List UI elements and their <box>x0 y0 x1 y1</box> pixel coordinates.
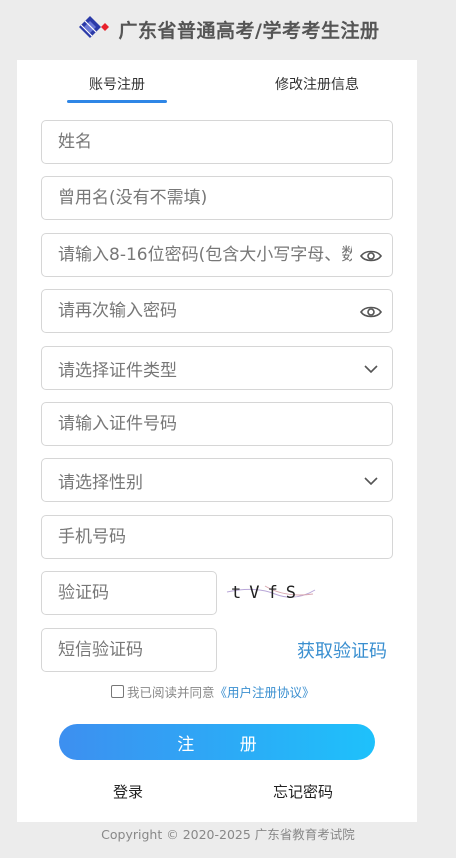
agreement-text: 我已阅读并同意 <box>127 684 215 700</box>
header: 广东省普通高考/学考考生注册 <box>0 0 456 58</box>
captcha-input[interactable] <box>42 572 216 614</box>
sms-code-input[interactable] <box>42 629 216 671</box>
sms-code-field[interactable] <box>41 628 217 672</box>
register-button[interactable]: 注 册 <box>59 724 375 760</box>
name-input[interactable] <box>42 121 392 163</box>
chevron-down-icon <box>360 470 382 492</box>
forgot-password-link[interactable]: 忘记密码 <box>273 781 333 802</box>
login-link[interactable]: 登录 <box>113 781 143 802</box>
id-number-input[interactable] <box>42 403 392 445</box>
agreement-row: 我已阅读并同意 《用户注册协议》 <box>111 682 315 700</box>
agreement-link[interactable]: 《用户注册协议》 <box>215 682 315 701</box>
agreement-checkbox[interactable] <box>111 684 124 698</box>
phone-field[interactable] <box>41 515 393 559</box>
confirm-password-field[interactable] <box>41 289 393 333</box>
gender-select[interactable]: 请选择性别 <box>41 458 393 502</box>
site-title: 广东省普通高考/学考考生注册 <box>118 19 380 42</box>
gender-select-value: 请选择性别 <box>58 472 143 493</box>
password-field[interactable] <box>41 233 393 277</box>
captcha-image[interactable]: tVfS <box>225 578 317 606</box>
eye-icon[interactable] <box>360 301 382 323</box>
footer-copyright: Copyright © 2020-2025 广东省教育考试院 <box>101 827 355 842</box>
former-name-field[interactable] <box>41 176 393 220</box>
captcha-text: tVfS <box>231 583 304 603</box>
tabs: 账号注册 修改注册信息 <box>17 60 417 104</box>
active-tab-indicator <box>67 100 167 103</box>
phone-input[interactable] <box>42 516 392 558</box>
logo-icon <box>78 16 109 38</box>
chevron-down-icon <box>360 358 382 380</box>
name-field[interactable] <box>41 120 393 164</box>
id-type-select-value: 请选择证件类型 <box>58 360 177 381</box>
eye-icon[interactable] <box>360 245 382 267</box>
register-card: 账号注册 修改注册信息 请选择证件类型 <box>17 60 417 822</box>
get-sms-code-button[interactable]: 获取验证码 <box>297 637 387 663</box>
tab-register[interactable]: 账号注册 <box>89 74 145 94</box>
tab-modify-info[interactable]: 修改注册信息 <box>275 74 359 94</box>
confirm-password-input[interactable] <box>42 290 392 332</box>
id-number-field[interactable] <box>41 402 393 446</box>
former-name-input[interactable] <box>42 177 392 219</box>
password-input[interactable] <box>42 234 392 276</box>
id-type-select[interactable]: 请选择证件类型 <box>41 346 393 390</box>
captcha-field[interactable] <box>41 571 217 615</box>
